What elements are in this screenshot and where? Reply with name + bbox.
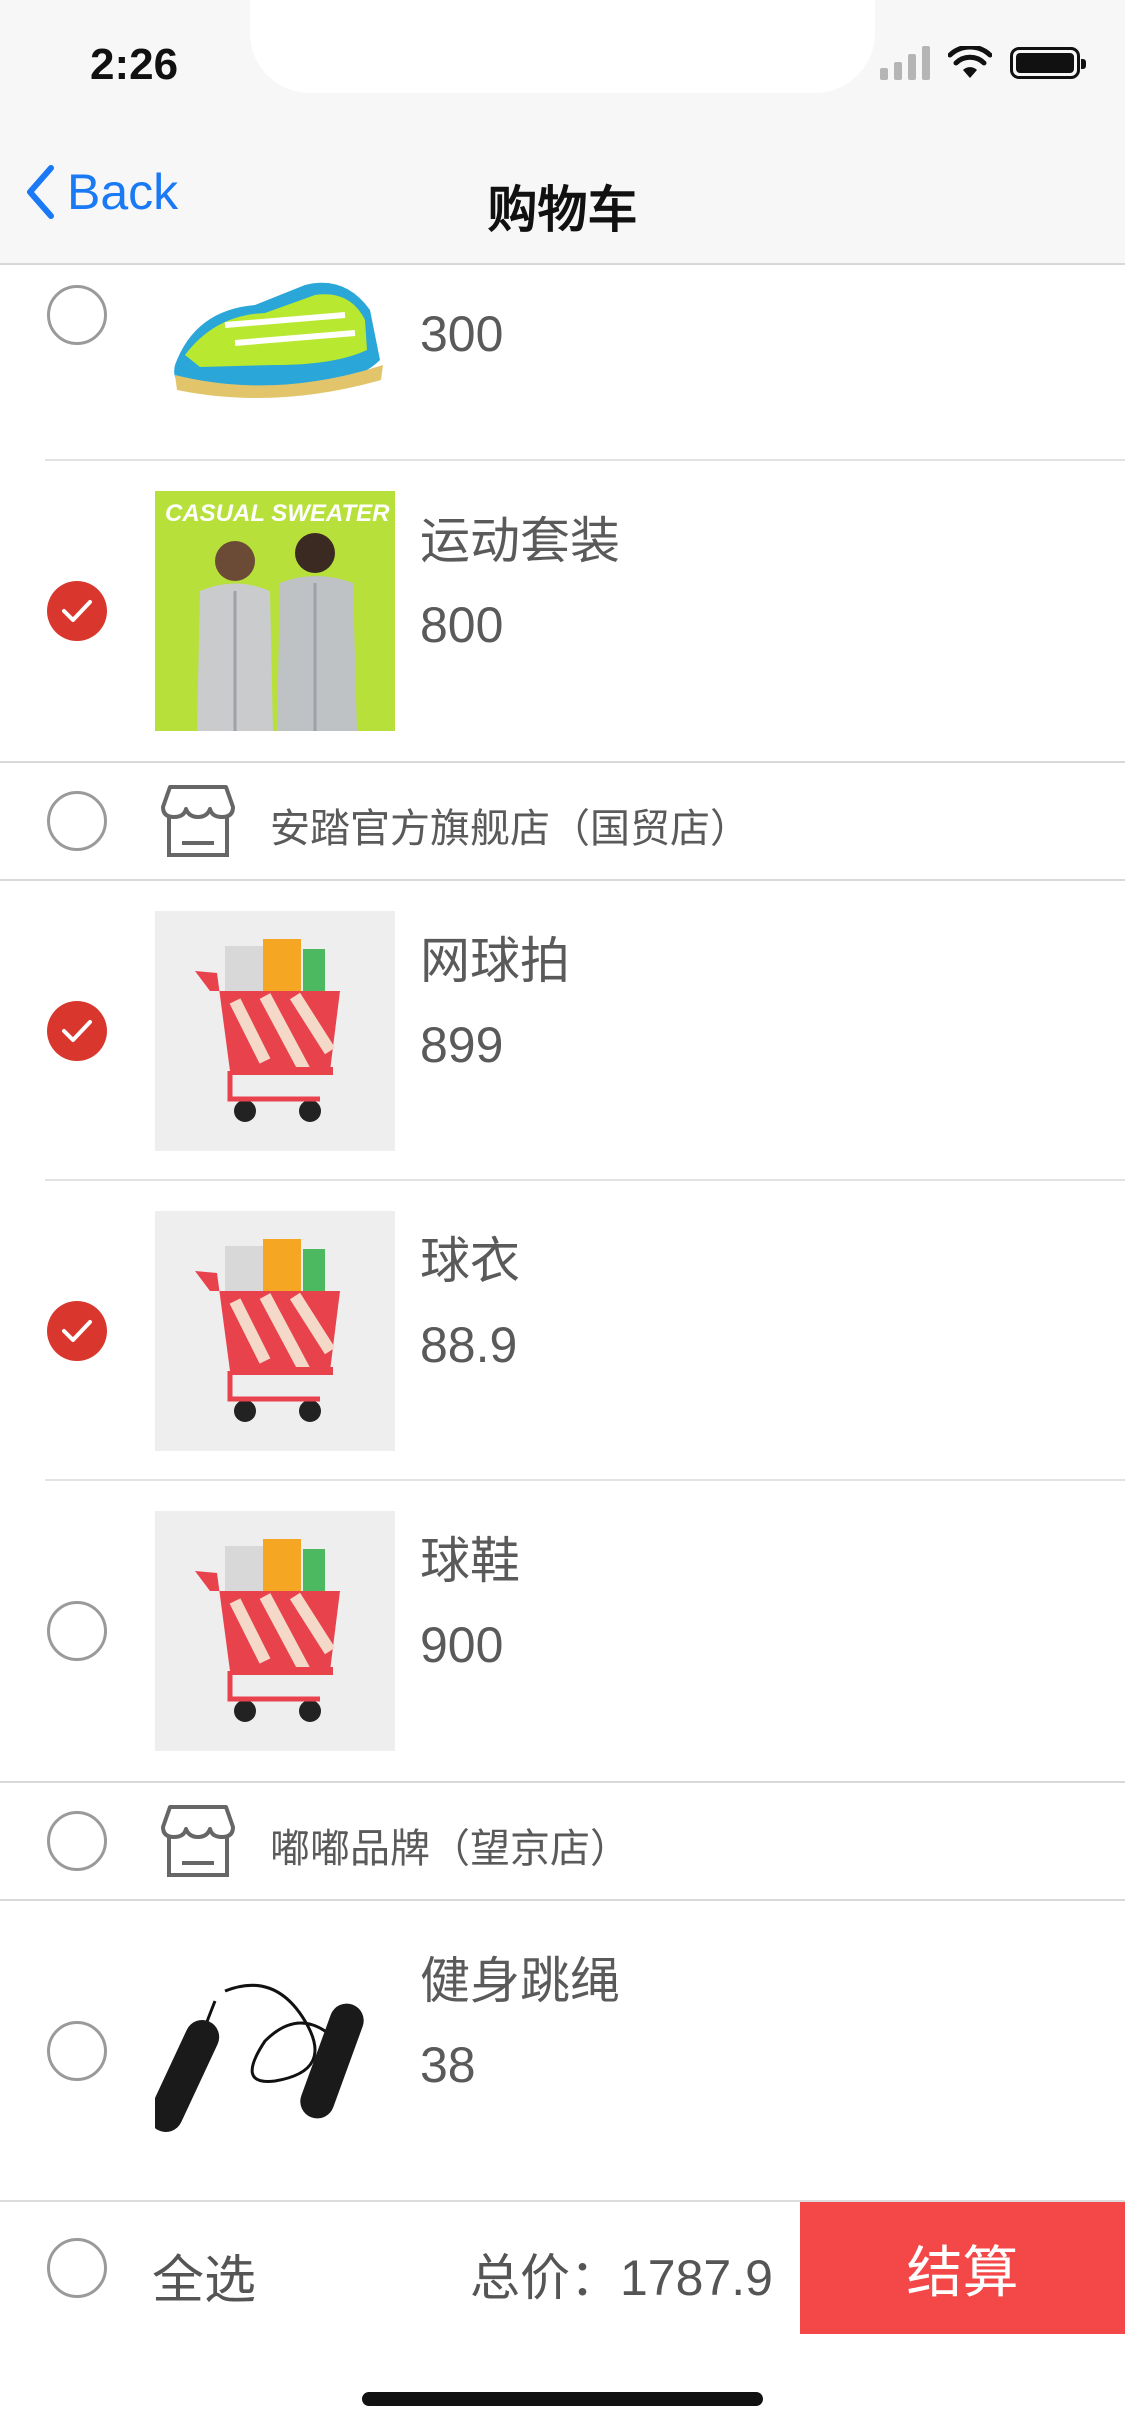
item-checkbox[interactable]	[47, 285, 107, 345]
shop-name: 嘟嘟品牌（望京店）	[270, 1826, 630, 1872]
product-name: 球鞋	[420, 1532, 520, 1590]
cart-item[interactable]: 健身跳绳 38	[0, 1901, 1125, 2201]
shop-header[interactable]: 安踏官方旗舰店（国贸店）	[0, 761, 1125, 881]
checkmark-icon	[62, 1020, 92, 1042]
shop-checkbox[interactable]	[47, 791, 107, 851]
store-icon	[161, 785, 235, 857]
product-name: 运动套装	[420, 512, 620, 570]
total-price: 总价：1787.9	[470, 2238, 773, 2310]
status-time: 2:26	[90, 40, 179, 89]
total-value: 1787.9	[620, 2250, 773, 2306]
cart-item[interactable]: 300	[0, 215, 1125, 461]
cart-item[interactable]: 球鞋 900	[0, 1481, 1125, 1781]
wifi-icon	[948, 46, 992, 78]
cart-item[interactable]: 网球拍 899	[0, 881, 1125, 1181]
cart-list[interactable]: 300 CASUAL SWEATER 运动套装 800 安踏官方旗舰店（国贸店）…	[0, 215, 1125, 2201]
product-price: 38	[420, 2037, 476, 2093]
home-indicator[interactable]	[362, 2392, 763, 2406]
item-checkbox[interactable]	[47, 2021, 107, 2081]
product-price: 899	[420, 1017, 504, 1073]
cart-item[interactable]: CASUAL SWEATER 运动套装 800	[0, 461, 1125, 761]
total-label: 总价：	[470, 2249, 620, 2307]
product-image-placeholder	[155, 1211, 395, 1451]
product-image-placeholder	[155, 1511, 395, 1751]
checkout-button[interactable]: 结算	[800, 2202, 1125, 2334]
item-checkbox[interactable]	[47, 1601, 107, 1661]
page-title: 购物车	[487, 181, 638, 239]
shop-header[interactable]: 嘟嘟品牌（望京店）	[0, 1781, 1125, 1901]
signal-icon	[880, 46, 930, 80]
product-price: 300	[420, 306, 504, 362]
product-image-jump-rope	[155, 1931, 395, 2171]
status-icons	[880, 46, 1086, 80]
item-checkbox[interactable]	[47, 1301, 107, 1361]
cart-item[interactable]: 球衣 88.9	[0, 1181, 1125, 1481]
product-name: 球衣	[420, 1232, 520, 1290]
shop-checkbox[interactable]	[47, 1811, 107, 1871]
item-checkbox[interactable]	[47, 1001, 107, 1061]
product-price: 800	[420, 597, 504, 653]
image-caption: CASUAL SWEATER	[165, 500, 390, 527]
select-all-checkbox[interactable]	[47, 2238, 107, 2298]
select-all-label[interactable]: 全选	[152, 2238, 256, 2313]
product-price: 900	[420, 1617, 504, 1673]
product-name: 健身跳绳	[420, 1952, 620, 2010]
product-image-placeholder	[155, 911, 395, 1151]
checkout-bar: 全选 总价：1787.9 结算	[0, 2200, 1125, 2335]
product-price: 88.9	[420, 1317, 518, 1373]
product-image-tracksuit: CASUAL SWEATER	[155, 491, 395, 731]
checkmark-icon	[62, 1320, 92, 1342]
item-checkbox[interactable]	[47, 581, 107, 641]
top-bar: 2:26 Back 购物车	[0, 0, 1125, 265]
battery-icon	[1010, 47, 1086, 79]
product-name: 网球拍	[420, 932, 570, 990]
device-notch	[250, 0, 875, 93]
store-icon	[161, 1805, 235, 1877]
checkmark-icon	[62, 600, 92, 622]
shop-name: 安踏官方旗舰店（国贸店）	[270, 806, 750, 852]
